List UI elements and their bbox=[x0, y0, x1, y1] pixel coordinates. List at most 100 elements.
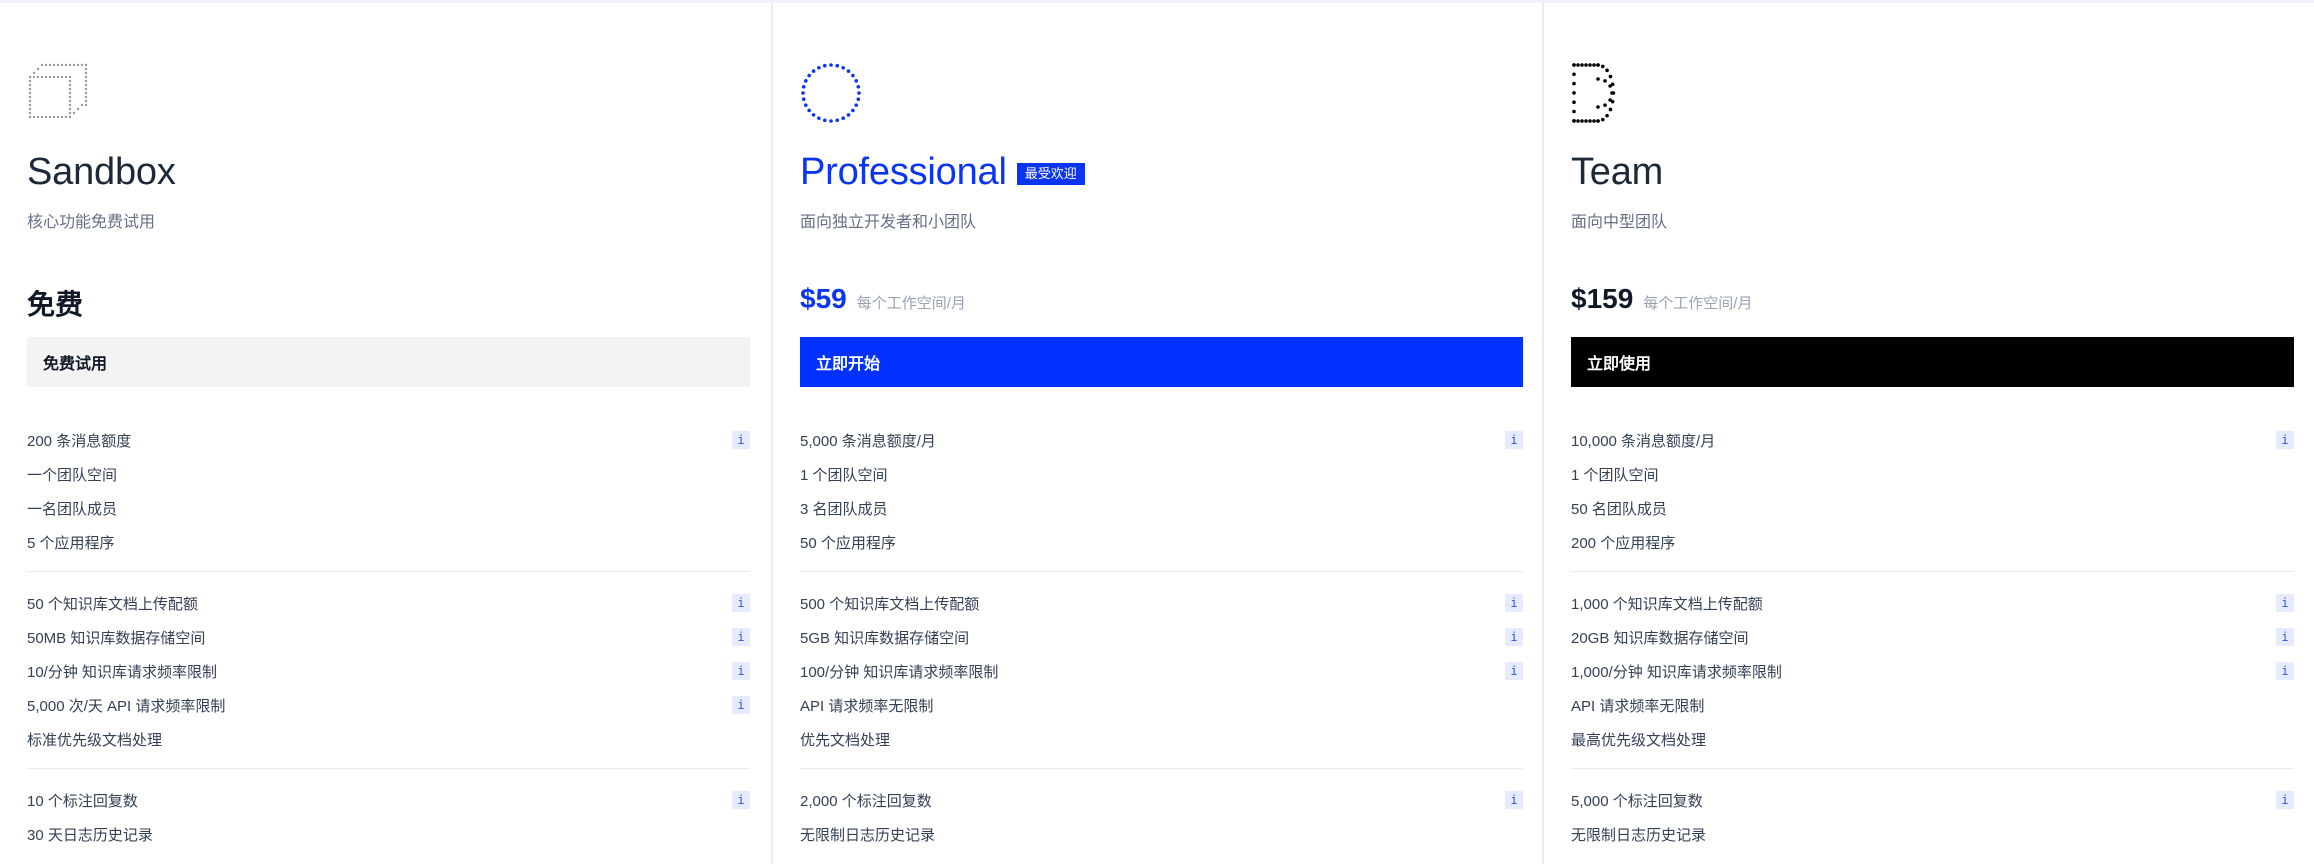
feature-label: 5,000 条消息额度/月 bbox=[800, 432, 936, 450]
feature-group: 50 个知识库文档上传配额 i 50MB 知识库数据存储空间 i 10/分钟 知识库请求… bbox=[27, 586, 750, 769]
info-icon[interactable]: i bbox=[1505, 431, 1523, 449]
plan-price-row: $159 每个工作空间/月 bbox=[1571, 283, 1752, 315]
feature-item: 10 个标注回复数 i bbox=[27, 783, 750, 817]
feature-label: 20GB 知识库数据存储空间 bbox=[1571, 629, 1749, 647]
feature-item: 5,000 次/天 API 请求频率限制 i bbox=[27, 688, 750, 722]
feature-label: 5 个应用程序 bbox=[27, 534, 115, 552]
plan-price: 免费 bbox=[27, 289, 84, 320]
plan-description: 核心功能免费试用 bbox=[27, 214, 156, 231]
feature-group: 200 条消息额度 i 一个团队空间 一名团队成员 5 个应用程序 bbox=[27, 423, 750, 572]
feature-item: 5,000 条消息额度/月 i bbox=[800, 423, 1523, 457]
feature-label: 100/分钟 知识库请求频率限制 bbox=[800, 663, 999, 681]
feature-label: 10,000 条消息额度/月 bbox=[1571, 432, 1716, 450]
feature-item: 一名团队成员 bbox=[27, 491, 750, 525]
feature-label: 50 名团队成员 bbox=[1571, 500, 1667, 518]
feature-group: 500 个知识库文档上传配额 i 5GB 知识库数据存储空间 i 100/分钟 知识库请… bbox=[800, 586, 1523, 769]
feature-label: 50 个应用程序 bbox=[800, 534, 896, 552]
feature-label: 3 名团队成员 bbox=[800, 500, 888, 518]
plan-card-sandbox: Sandbox 核心功能免费试用 免费 免费试用 200 条消息额度 i 一个团队空… bbox=[0, 3, 771, 864]
info-icon[interactable]: i bbox=[732, 594, 750, 612]
feature-label: 500 个知识库文档上传配额 bbox=[800, 595, 980, 613]
info-icon[interactable]: i bbox=[1505, 628, 1523, 646]
plan-description: 面向中型团队 bbox=[1571, 214, 1668, 231]
info-icon[interactable]: i bbox=[2276, 791, 2294, 809]
team-logo-icon bbox=[1572, 63, 1616, 123]
feature-item: 一个团队空间 bbox=[27, 457, 750, 491]
feature-item: 5GB 知识库数据存储空间 i bbox=[800, 620, 1523, 654]
info-icon[interactable]: i bbox=[1505, 594, 1523, 612]
feature-list: 5,000 条消息额度/月 i 1 个团队空间 3 名团队成员 50 个应用程序 500 … bbox=[800, 423, 1523, 864]
feature-label: 1 个团队空间 bbox=[800, 466, 888, 484]
feature-label: 30 天日志历史记录 bbox=[27, 826, 153, 844]
info-icon[interactable]: i bbox=[732, 628, 750, 646]
feature-item: API 请求频率无限制 bbox=[800, 688, 1523, 722]
plan-name: Professional bbox=[800, 151, 1007, 193]
feature-label: 50 个知识库文档上传配额 bbox=[27, 595, 198, 613]
feature-label: 无限制日志历史记录 bbox=[800, 826, 936, 844]
feature-item: 50 名团队成员 bbox=[1571, 491, 2294, 525]
feature-list: 200 条消息额度 i 一个团队空间 一名团队成员 5 个应用程序 50 个知识库文档上传… bbox=[27, 423, 750, 864]
feature-item: 1 个团队空间 bbox=[1571, 457, 2294, 491]
feature-item: 200 条消息额度 i bbox=[27, 423, 750, 457]
feature-label: 1 个团队空间 bbox=[1571, 466, 1659, 484]
info-icon[interactable]: i bbox=[2276, 628, 2294, 646]
feature-item: 50 个应用程序 bbox=[800, 525, 1523, 559]
feature-item: 1,000 个知识库文档上传配额 i bbox=[1571, 586, 2294, 620]
plan-card-team: Team 面向中型团队 $159 每个工作空间/月 立即使用 10,000 条消… bbox=[1542, 3, 2314, 864]
feature-item: 200 个应用程序 bbox=[1571, 525, 2294, 559]
feature-group: 5,000 条消息额度/月 i 1 个团队空间 3 名团队成员 50 个应用程序 bbox=[800, 423, 1523, 572]
feature-item: 无限制日志历史记录 bbox=[1571, 817, 2294, 851]
plan-price-row: $59 每个工作空间/月 bbox=[800, 283, 966, 315]
pricing-plans: Sandbox 核心功能免费试用 免费 免费试用 200 条消息额度 i 一个团队空… bbox=[0, 3, 2314, 864]
feature-group: 2,000 个标注回复数 i 无限制日志历史记录 bbox=[800, 783, 1523, 863]
feature-label: 5,000 个标注回复数 bbox=[1571, 792, 1703, 810]
feature-item: 1,000/分钟 知识库请求频率限制 i bbox=[1571, 654, 2294, 688]
feature-group: 5,000 个标注回复数 i 无限制日志历史记录 bbox=[1571, 783, 2294, 863]
feature-item: API 请求频率无限制 bbox=[1571, 688, 2294, 722]
info-icon[interactable]: i bbox=[732, 696, 750, 714]
feature-item: 500 个知识库文档上传配额 i bbox=[800, 586, 1523, 620]
info-icon[interactable]: i bbox=[732, 662, 750, 680]
feature-label: 最高优先级文档处理 bbox=[1571, 731, 1707, 749]
info-icon[interactable]: i bbox=[732, 431, 750, 449]
plan-title-row: Team bbox=[1571, 151, 1663, 194]
plan-price: $59 bbox=[800, 283, 847, 314]
feature-label: 200 条消息额度 bbox=[27, 432, 132, 450]
plan-price: $159 bbox=[1571, 283, 1634, 314]
feature-item: 无限制日志历史记录 bbox=[800, 817, 1523, 851]
feature-label: 优先文档处理 bbox=[800, 731, 891, 749]
feature-item: 20GB 知识库数据存储空间 i bbox=[1571, 620, 2294, 654]
feature-label: 10/分钟 知识库请求频率限制 bbox=[27, 663, 218, 681]
feature-item: 10,000 条消息额度/月 i bbox=[1571, 423, 2294, 457]
feature-label: 10 个标注回复数 bbox=[27, 792, 138, 810]
sandbox-logo-icon bbox=[28, 63, 88, 119]
plan-price-row: 免费 bbox=[27, 283, 83, 323]
feature-item: 3 名团队成员 bbox=[800, 491, 1523, 525]
info-icon[interactable]: i bbox=[1505, 791, 1523, 809]
feature-label: 一个团队空间 bbox=[27, 466, 118, 484]
feature-item: 50MB 知识库数据存储空间 i bbox=[27, 620, 750, 654]
feature-item: 2,000 个标注回复数 i bbox=[800, 783, 1523, 817]
info-icon[interactable]: i bbox=[2276, 594, 2294, 612]
price-unit: 每个工作空间/月 bbox=[856, 295, 966, 312]
plan-description: 面向独立开发者和小团队 bbox=[800, 214, 977, 231]
info-icon[interactable]: i bbox=[2276, 431, 2294, 449]
feature-group: 10 个标注回复数 i 30 天日志历史记录 bbox=[27, 783, 750, 863]
feature-item: 50 个知识库文档上传配额 i bbox=[27, 586, 750, 620]
info-icon[interactable]: i bbox=[1505, 662, 1523, 680]
feature-label: 1,000 个知识库文档上传配额 bbox=[1571, 595, 1763, 613]
start-now-button[interactable]: 立即开始 bbox=[800, 337, 1523, 387]
feature-item: 最高优先级文档处理 bbox=[1571, 722, 2294, 756]
free-trial-button[interactable]: 免费试用 bbox=[27, 337, 750, 387]
feature-label: API 请求频率无限制 bbox=[800, 697, 934, 715]
price-unit: 每个工作空间/月 bbox=[1643, 295, 1753, 312]
plan-title-row: Sandbox bbox=[27, 151, 176, 194]
feature-item: 100/分钟 知识库请求频率限制 i bbox=[800, 654, 1523, 688]
feature-list: 10,000 条消息额度/月 i 1 个团队空间 50 名团队成员 200 个应用程序 1… bbox=[1571, 423, 2294, 864]
info-icon[interactable]: i bbox=[2276, 662, 2294, 680]
info-icon[interactable]: i bbox=[732, 791, 750, 809]
feature-label: 一名团队成员 bbox=[27, 500, 118, 518]
use-now-button[interactable]: 立即使用 bbox=[1571, 337, 2294, 387]
feature-item: 5 个应用程序 bbox=[27, 525, 750, 559]
professional-logo-icon bbox=[801, 63, 861, 123]
